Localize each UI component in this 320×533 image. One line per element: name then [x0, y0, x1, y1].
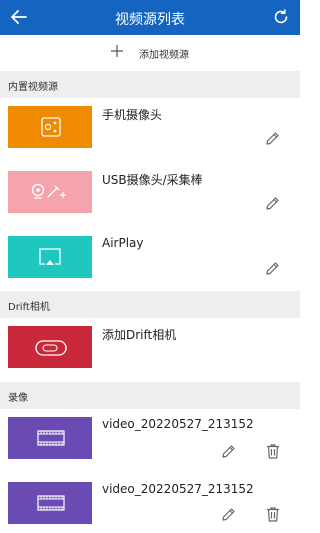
source-name: USB摄像头/采集棒 — [102, 173, 203, 187]
source-thumbnail — [8, 106, 92, 148]
phone-camera-icon — [41, 117, 61, 137]
pencil-icon[interactable] — [220, 506, 237, 523]
recording-thumbnail — [8, 417, 92, 459]
film-icon — [37, 430, 65, 446]
pencil-icon[interactable] — [264, 195, 281, 212]
section-header-recordings: 录像 — [0, 382, 300, 409]
pencil-icon[interactable] — [264, 130, 281, 147]
source-name: 添加Drift相机 — [102, 328, 177, 342]
add-video-source-button[interactable]: 添加视频源 — [0, 35, 300, 69]
section-header-builtin: 内置视频源 — [0, 71, 300, 98]
section-header-drift: Drift相机 — [0, 291, 300, 318]
usb-camera-icon — [31, 183, 66, 199]
recording-name: video_20220527_213152 — [102, 482, 254, 496]
source-thumbnail — [8, 236, 92, 278]
list-item-recording[interactable]: video_20220527_213152 — [0, 474, 300, 533]
source-thumbnail — [8, 171, 92, 213]
page-title: 视频源列表 — [115, 12, 185, 28]
add-video-source-label: 添加视频源 — [139, 50, 189, 61]
list-item-recording[interactable]: video_20220527_213152 — [0, 409, 300, 471]
plus-icon — [111, 45, 123, 57]
section-label: 录像 — [8, 393, 28, 404]
recording-name: video_20220527_213152 — [102, 417, 254, 431]
section-label: Drift相机 — [8, 302, 50, 313]
film-icon — [37, 495, 65, 511]
app-header: 视频源列表 — [0, 0, 300, 35]
trash-icon[interactable] — [264, 442, 282, 460]
list-item-phone-camera[interactable]: 手机摄像头 — [0, 98, 300, 160]
list-item-usb-camera[interactable]: USB摄像头/采集棒 — [0, 163, 300, 225]
pencil-icon[interactable] — [264, 260, 281, 277]
pencil-icon[interactable] — [220, 443, 237, 460]
section-label: 内置视频源 — [8, 82, 58, 93]
list-item-add-drift-camera[interactable]: 添加Drift相机 — [0, 318, 300, 380]
airplay-icon — [39, 248, 61, 265]
drift-camera-icon — [35, 340, 67, 356]
source-name: AirPlay — [102, 236, 144, 250]
list-item-airplay[interactable]: AirPlay — [0, 228, 300, 290]
recording-thumbnail — [8, 482, 92, 524]
source-name: 手机摄像头 — [102, 108, 163, 122]
trash-icon[interactable] — [264, 505, 282, 523]
refresh-icon[interactable] — [272, 8, 290, 26]
source-thumbnail — [8, 326, 92, 368]
